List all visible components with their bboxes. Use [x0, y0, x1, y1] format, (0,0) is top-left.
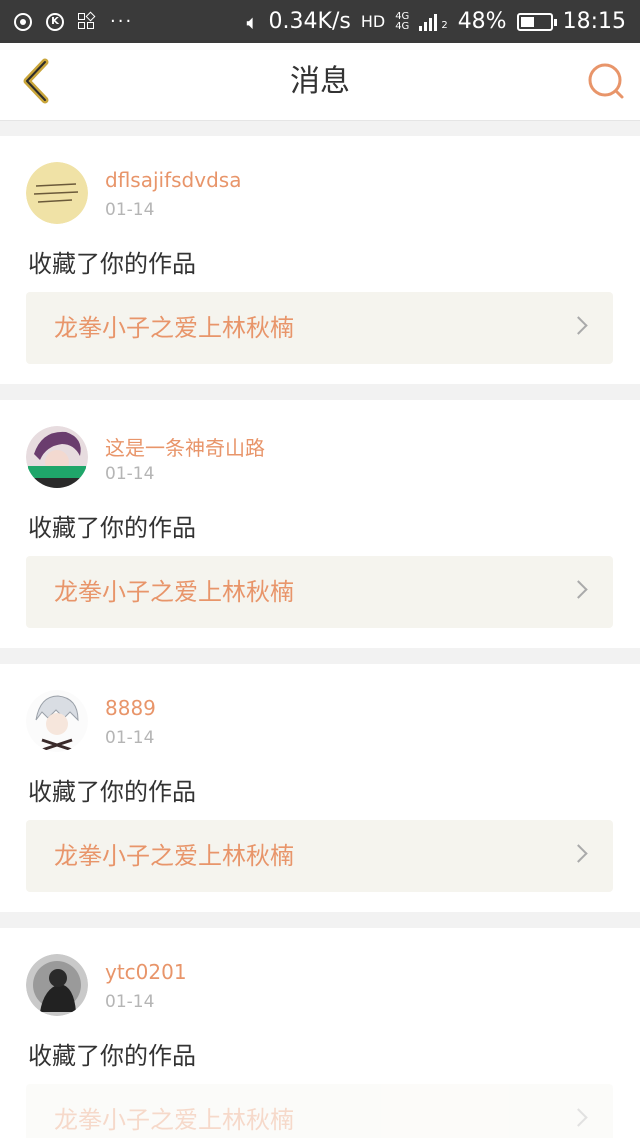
more-notifications-icon: ···	[110, 11, 134, 32]
dark-photo-avatar-icon	[26, 954, 88, 1016]
work-link[interactable]: 龙拳小子之爱上林秋楠	[26, 292, 613, 364]
record-icon	[14, 12, 32, 31]
clock: 18:15	[562, 9, 626, 34]
chevron-right-icon	[569, 844, 588, 863]
message-action: 收藏了你的作品	[28, 514, 196, 542]
message-action: 收藏了你的作品	[28, 778, 196, 806]
message-action: 收藏了你的作品	[28, 1042, 196, 1070]
message-card: 8889 01-14 收藏了你的作品 龙拳小子之爱上林秋楠	[0, 664, 640, 912]
chevron-right-icon	[569, 1108, 588, 1127]
network-type-top: 4G	[395, 10, 410, 22]
work-link[interactable]: 龙拳小子之爱上林秋楠	[26, 1084, 613, 1138]
work-title: 龙拳小子之爱上林秋楠	[54, 314, 294, 342]
avatar[interactable]	[26, 426, 88, 488]
work-link[interactable]: 龙拳小子之爱上林秋楠	[26, 556, 613, 628]
avatar[interactable]	[26, 954, 88, 1016]
message-card: ytc0201 01-14 收藏了你的作品 龙拳小子之爱上林秋楠	[0, 928, 640, 1138]
status-right: 🔈︎ 0.34K/s HD 4G 4G 2 48% 18:15	[247, 9, 626, 34]
work-link[interactable]: 龙拳小子之爱上林秋楠	[26, 820, 613, 892]
search-icon	[588, 63, 624, 99]
chevron-right-icon	[569, 580, 588, 599]
message-date: 01-14	[105, 464, 155, 484]
yellow-text-avatar-icon	[26, 162, 88, 224]
apps-icon	[78, 11, 96, 31]
message-date: 01-14	[105, 200, 155, 220]
sim-index: 2	[441, 19, 448, 31]
message-list: dflsajifsdvdsa 01-14 收藏了你的作品 龙拳小子之爱上林秋楠 …	[0, 122, 640, 1138]
network-type: 4G 4G	[395, 10, 410, 32]
back-button[interactable]	[14, 57, 58, 105]
page-title: 消息	[290, 64, 350, 99]
white-hair-avatar-icon	[26, 690, 88, 752]
k-app-icon: K	[46, 12, 64, 31]
chevron-right-icon	[569, 316, 588, 335]
signal-icon: 2	[419, 13, 448, 31]
battery-percent: 48%	[457, 9, 507, 34]
hd-indicator: HD	[360, 12, 386, 31]
work-title: 龙拳小子之爱上林秋楠	[54, 842, 294, 870]
message-action: 收藏了你的作品	[28, 250, 196, 278]
message-card: 这是一条神奇山路 01-14 收藏了你的作品 龙拳小子之爱上林秋楠	[0, 400, 640, 648]
network-speed: 0.34K/s	[268, 9, 351, 34]
purple-hair-avatar-icon	[26, 426, 88, 488]
avatar[interactable]	[26, 162, 88, 224]
message-date: 01-14	[105, 992, 155, 1012]
message-card: dflsajifsdvdsa 01-14 收藏了你的作品 龙拳小子之爱上林秋楠	[0, 136, 640, 384]
username[interactable]: dflsajifsdvdsa	[105, 168, 241, 192]
status-bar: K ··· 🔈︎ 0.34K/s HD 4G 4G 2 48% 18:15	[0, 0, 640, 43]
search-button[interactable]	[586, 61, 626, 101]
network-type-bottom: 4G	[395, 20, 410, 32]
header-bar: 消息	[0, 43, 640, 121]
username[interactable]: 这是一条神奇山路	[105, 432, 265, 461]
avatar[interactable]	[26, 690, 88, 752]
mute-icon: 🔈︎	[246, 9, 259, 34]
work-title: 龙拳小子之爱上林秋楠	[54, 1106, 294, 1134]
username[interactable]: 8889	[105, 696, 156, 720]
work-title: 龙拳小子之爱上林秋楠	[54, 578, 294, 606]
status-left: K ···	[14, 11, 133, 32]
battery-icon	[516, 12, 557, 31]
username[interactable]: ytc0201	[105, 960, 187, 984]
message-date: 01-14	[105, 728, 155, 748]
back-arrow-icon	[23, 58, 49, 104]
